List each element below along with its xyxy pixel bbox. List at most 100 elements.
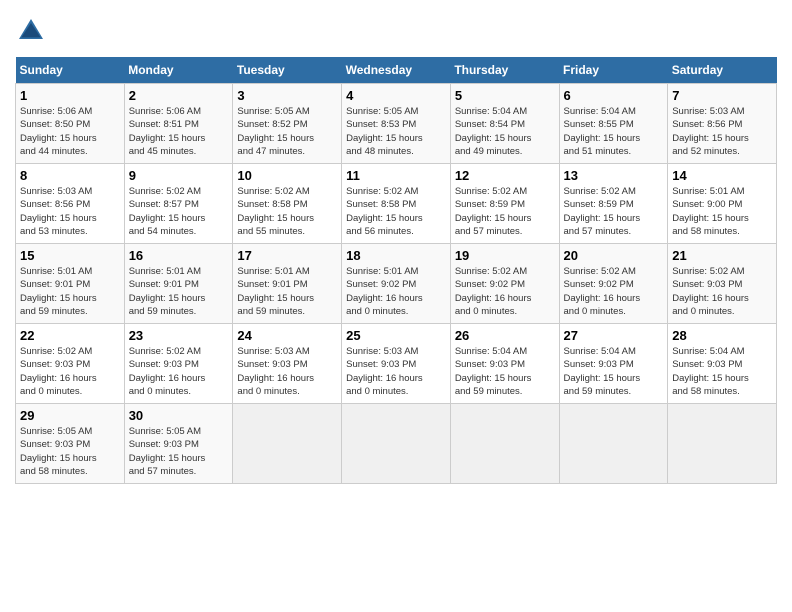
calendar-cell <box>233 404 342 484</box>
calendar-week-row: 15 Sunrise: 5:01 AM Sunset: 9:01 PM Dayli… <box>16 244 777 324</box>
day-number: 19 <box>455 248 555 263</box>
calendar-week-row: 8Sunrise: 5:03 AM Sunset: 8:56 PM Daylig… <box>16 164 777 244</box>
calendar-header: SundayMondayTuesdayWednesdayThursdayFrid… <box>16 57 777 84</box>
calendar-week-row: 22 Sunrise: 5:02 AM Sunset: 9:03 PM Dayli… <box>16 324 777 404</box>
calendar-cell: 29Sunrise: 5:05 AM Sunset: 9:03 PM Dayli… <box>16 404 125 484</box>
day-info: Sunrise: 5:02 AM Sunset: 9:03 PM Dayligh… <box>672 265 772 318</box>
day-number: 12 <box>455 168 555 183</box>
calendar-cell: 21 Sunrise: 5:02 AM Sunset: 9:03 PM Dayli… <box>668 244 777 324</box>
day-number: 1 <box>20 88 120 103</box>
day-info: Sunrise: 5:03 AM Sunset: 8:56 PM Dayligh… <box>672 105 772 158</box>
day-number: 29 <box>20 408 120 423</box>
day-number: 10 <box>237 168 337 183</box>
day-info: Sunrise: 5:01 AM Sunset: 9:01 PM Dayligh… <box>237 265 337 318</box>
calendar-cell: 1 Sunrise: 5:06 AM Sunset: 8:50 PM Daylig… <box>16 84 125 164</box>
day-info: Sunrise: 5:01 AM Sunset: 9:01 PM Dayligh… <box>20 265 120 318</box>
calendar-cell <box>342 404 451 484</box>
day-number: 17 <box>237 248 337 263</box>
day-number: 4 <box>346 88 446 103</box>
day-number: 21 <box>672 248 772 263</box>
calendar-cell: 18 Sunrise: 5:01 AM Sunset: 9:02 PM Dayli… <box>342 244 451 324</box>
calendar-cell: 28Sunrise: 5:04 AM Sunset: 9:03 PM Dayli… <box>668 324 777 404</box>
day-number: 6 <box>564 88 664 103</box>
header-row: SundayMondayTuesdayWednesdayThursdayFrid… <box>16 57 777 84</box>
day-number: 9 <box>129 168 229 183</box>
calendar-cell <box>559 404 668 484</box>
calendar-cell: 10 Sunrise: 5:02 AM Sunset: 8:58 PM Dayli… <box>233 164 342 244</box>
calendar-cell: 8Sunrise: 5:03 AM Sunset: 8:56 PM Daylig… <box>16 164 125 244</box>
day-info: Sunrise: 5:06 AM Sunset: 8:50 PM Dayligh… <box>20 105 120 158</box>
day-number: 15 <box>20 248 120 263</box>
day-info: Sunrise: 5:02 AM Sunset: 9:02 PM Dayligh… <box>564 265 664 318</box>
day-number: 11 <box>346 168 446 183</box>
day-info: Sunrise: 5:05 AM Sunset: 8:53 PM Dayligh… <box>346 105 446 158</box>
header-cell: Wednesday <box>342 57 451 84</box>
day-info: Sunrise: 5:01 AM Sunset: 9:00 PM Dayligh… <box>672 185 772 238</box>
calendar-cell: 19 Sunrise: 5:02 AM Sunset: 9:02 PM Dayli… <box>450 244 559 324</box>
day-number: 18 <box>346 248 446 263</box>
day-number: 27 <box>564 328 664 343</box>
day-info: Sunrise: 5:02 AM Sunset: 8:59 PM Dayligh… <box>455 185 555 238</box>
header-cell: Tuesday <box>233 57 342 84</box>
calendar-body: 1 Sunrise: 5:06 AM Sunset: 8:50 PM Daylig… <box>16 84 777 484</box>
calendar-cell: 30Sunrise: 5:05 AM Sunset: 9:03 PM Dayli… <box>124 404 233 484</box>
calendar-cell: 4 Sunrise: 5:05 AM Sunset: 8:53 PM Daylig… <box>342 84 451 164</box>
calendar-cell: 14 Sunrise: 5:01 AM Sunset: 9:00 PM Dayli… <box>668 164 777 244</box>
day-number: 5 <box>455 88 555 103</box>
day-info: Sunrise: 5:01 AM Sunset: 9:01 PM Dayligh… <box>129 265 229 318</box>
day-info: Sunrise: 5:04 AM Sunset: 9:03 PM Dayligh… <box>564 345 664 398</box>
calendar-cell: 24Sunrise: 5:03 AM Sunset: 9:03 PM Dayli… <box>233 324 342 404</box>
day-info: Sunrise: 5:02 AM Sunset: 9:03 PM Dayligh… <box>129 345 229 398</box>
day-number: 16 <box>129 248 229 263</box>
header-cell: Saturday <box>668 57 777 84</box>
day-number: 25 <box>346 328 446 343</box>
calendar-cell: 23 Sunrise: 5:02 AM Sunset: 9:03 PM Dayli… <box>124 324 233 404</box>
calendar-cell: 17 Sunrise: 5:01 AM Sunset: 9:01 PM Dayli… <box>233 244 342 324</box>
day-number: 20 <box>564 248 664 263</box>
day-number: 14 <box>672 168 772 183</box>
day-info: Sunrise: 5:06 AM Sunset: 8:51 PM Dayligh… <box>129 105 229 158</box>
day-info: Sunrise: 5:02 AM Sunset: 8:58 PM Dayligh… <box>237 185 337 238</box>
day-info: Sunrise: 5:03 AM Sunset: 9:03 PM Dayligh… <box>346 345 446 398</box>
calendar-cell: 20 Sunrise: 5:02 AM Sunset: 9:02 PM Dayli… <box>559 244 668 324</box>
calendar-week-row: 1 Sunrise: 5:06 AM Sunset: 8:50 PM Daylig… <box>16 84 777 164</box>
calendar-cell: 3Sunrise: 5:05 AM Sunset: 8:52 PM Daylig… <box>233 84 342 164</box>
day-info: Sunrise: 5:04 AM Sunset: 9:03 PM Dayligh… <box>672 345 772 398</box>
day-number: 23 <box>129 328 229 343</box>
header-cell: Thursday <box>450 57 559 84</box>
header-cell: Sunday <box>16 57 125 84</box>
calendar-cell: 25 Sunrise: 5:03 AM Sunset: 9:03 PM Dayli… <box>342 324 451 404</box>
calendar-cell: 16 Sunrise: 5:01 AM Sunset: 9:01 PM Dayli… <box>124 244 233 324</box>
calendar-cell: 27 Sunrise: 5:04 AM Sunset: 9:03 PM Dayli… <box>559 324 668 404</box>
day-info: Sunrise: 5:04 AM Sunset: 8:54 PM Dayligh… <box>455 105 555 158</box>
calendar-cell: 5 Sunrise: 5:04 AM Sunset: 8:54 PM Daylig… <box>450 84 559 164</box>
calendar-cell <box>450 404 559 484</box>
calendar-cell <box>668 404 777 484</box>
day-info: Sunrise: 5:03 AM Sunset: 9:03 PM Dayligh… <box>237 345 337 398</box>
header-cell: Monday <box>124 57 233 84</box>
calendar-week-row: 29 Sunrise: 5:05 AM Sunset: 9:03 PM Dayli… <box>16 404 777 484</box>
calendar-cell: 15 Sunrise: 5:01 AM Sunset: 9:01 PM Dayli… <box>16 244 125 324</box>
day-info: Sunrise: 5:02 AM Sunset: 8:57 PM Dayligh… <box>129 185 229 238</box>
day-number: 7 <box>672 88 772 103</box>
day-number: 22 <box>20 328 120 343</box>
calendar-cell: 26Sunrise: 5:04 AM Sunset: 9:03 PM Dayli… <box>450 324 559 404</box>
day-info: Sunrise: 5:02 AM Sunset: 8:59 PM Dayligh… <box>564 185 664 238</box>
calendar-cell: 7 Sunrise: 5:03 AM Sunset: 8:56 PM Daylig… <box>668 84 777 164</box>
day-number: 2 <box>129 88 229 103</box>
day-info: Sunrise: 5:01 AM Sunset: 9:02 PM Dayligh… <box>346 265 446 318</box>
logo <box>15 15 52 47</box>
day-info: Sunrise: 5:03 AM Sunset: 8:56 PM Dayligh… <box>20 185 120 238</box>
calendar-cell: 11Sunrise: 5:02 AM Sunset: 8:58 PM Dayli… <box>342 164 451 244</box>
day-info: Sunrise: 5:05 AM Sunset: 9:03 PM Dayligh… <box>129 425 229 478</box>
logo-icon <box>15 15 47 47</box>
day-info: Sunrise: 5:04 AM Sunset: 8:55 PM Dayligh… <box>564 105 664 158</box>
calendar-cell: 6 Sunrise: 5:04 AM Sunset: 8:55 PM Daylig… <box>559 84 668 164</box>
day-info: Sunrise: 5:02 AM Sunset: 9:03 PM Dayligh… <box>20 345 120 398</box>
day-info: Sunrise: 5:02 AM Sunset: 9:02 PM Dayligh… <box>455 265 555 318</box>
page-header <box>15 15 777 47</box>
calendar-cell: 12 Sunrise: 5:02 AM Sunset: 8:59 PM Dayli… <box>450 164 559 244</box>
calendar-cell: 2 Sunrise: 5:06 AM Sunset: 8:51 PM Daylig… <box>124 84 233 164</box>
day-number: 3 <box>237 88 337 103</box>
calendar-cell: 22 Sunrise: 5:02 AM Sunset: 9:03 PM Dayli… <box>16 324 125 404</box>
